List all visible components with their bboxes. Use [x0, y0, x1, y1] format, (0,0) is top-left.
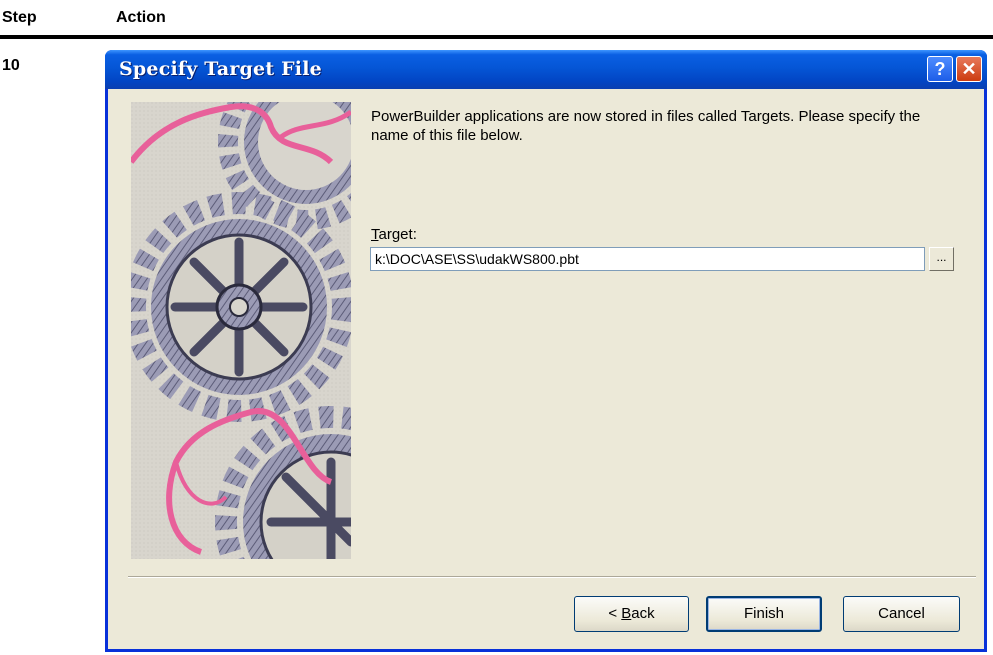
specify-target-dialog: Specify Target File ? ✕ PowerBuilder app… [105, 50, 987, 652]
help-icon[interactable]: ? [927, 56, 953, 82]
button-separator [128, 576, 976, 578]
target-field[interactable] [370, 247, 925, 271]
header-rule [0, 35, 993, 39]
title-bar[interactable]: Specify Target File ? ✕ [105, 50, 987, 89]
cancel-button[interactable]: Cancel [843, 596, 960, 632]
dialog-title: Specify Target File [119, 58, 322, 80]
target-label: Target: [371, 226, 417, 243]
back-button[interactable]: < Back [574, 596, 689, 632]
target-label-mnemonic: T [371, 226, 379, 243]
gears-illustration [131, 102, 351, 559]
finish-button[interactable]: Finish [706, 596, 822, 632]
back-label-rest: ack [631, 605, 655, 622]
browse-button[interactable]: ... [929, 247, 954, 271]
back-label-prefix: < [608, 605, 622, 622]
document-header: Step Action [0, 0, 993, 39]
action-column-header: Action [116, 9, 166, 26]
target-label-text: arget: [378, 226, 417, 243]
step-column-header: Step [2, 9, 37, 26]
back-label-mnemonic: B [621, 605, 632, 622]
instruction-text: PowerBuilder applications are now stored… [371, 108, 921, 144]
step-number: 10 [2, 57, 20, 74]
close-icon[interactable]: ✕ [956, 56, 982, 82]
dialog-body: PowerBuilder applications are now stored… [108, 89, 984, 649]
